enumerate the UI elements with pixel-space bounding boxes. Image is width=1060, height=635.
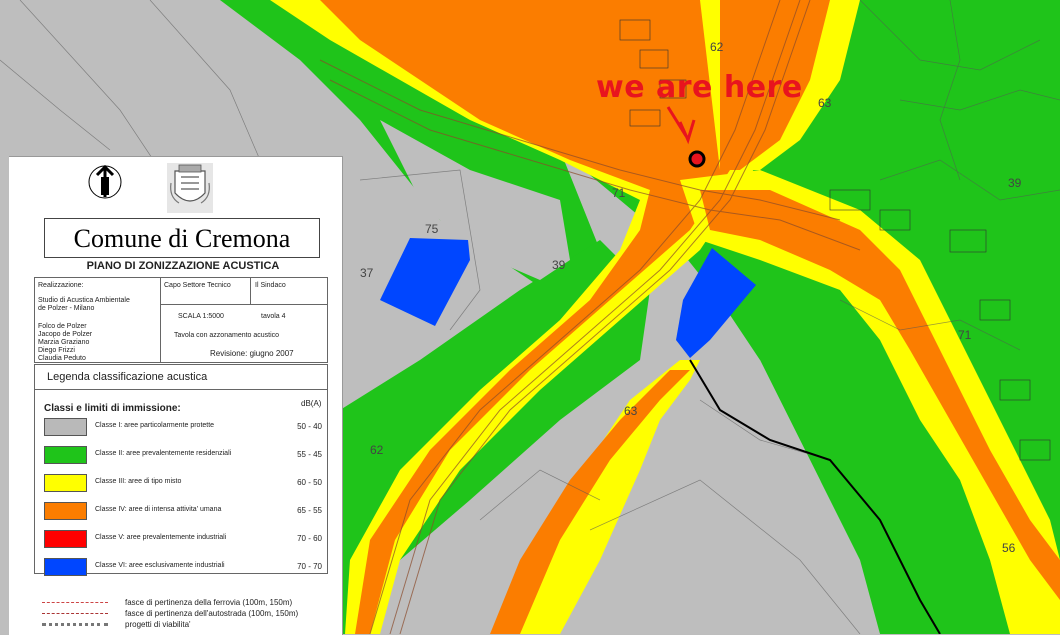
revisione: Revisione: giugno 2007: [210, 349, 294, 358]
footer-label: fasce di pertinenza dell'autostrada (100…: [125, 609, 299, 618]
sindaco: Il Sindaco: [255, 282, 286, 289]
footer-label: fasce di pertinenza della ferrovia (100m…: [125, 598, 293, 607]
class-db: 50 - 40: [297, 422, 322, 431]
studio-line-2: de Polzer - Milano: [38, 305, 95, 312]
title-box: Comune di Cremona: [44, 218, 320, 258]
class-swatch: [44, 446, 87, 464]
we-are-here-label: we are here: [596, 70, 803, 105]
map-label: 75: [425, 222, 439, 236]
comune-title: Comune di Cremona: [73, 224, 291, 253]
class-label: Classe IV: aree di intensa attivita' uma…: [95, 506, 222, 513]
realizzazione-label: Realizzazione:: [38, 282, 84, 289]
team-member: Claudia Peduto: [38, 355, 86, 362]
class-swatch: [44, 558, 87, 576]
map-label: 56: [1002, 541, 1016, 555]
class-label: Classe III: aree di tipo misto: [95, 478, 182, 485]
legend-row: Classe I: aree particolarmente protette …: [44, 418, 324, 436]
classes-title: Classi e limiti di immissione:: [44, 403, 181, 414]
legend-title: Legenda classificazione acustica: [47, 371, 208, 383]
map-label: 71: [612, 186, 626, 200]
legend-footer-row: progetti di viabilita': [42, 620, 342, 629]
north-arrow-icon: [88, 165, 122, 199]
legend-row: Classe V: aree prevalentemente industria…: [44, 530, 324, 548]
legend-footer-row: fasce di pertinenza della ferrovia (100m…: [42, 598, 342, 607]
legend-panel: Comune di Cremona PIANO DI ZONIZZAZIONE …: [9, 156, 343, 635]
legend-row: Classe III: aree di tipo misto 60 - 50: [44, 474, 324, 492]
plan-title: PIANO DI ZONIZZAZIONE ACUSTICA: [86, 260, 280, 272]
class-swatch: [44, 502, 87, 520]
class-label: Classe II: aree prevalentemente residenz…: [95, 450, 232, 457]
class-swatch: [44, 474, 87, 492]
class-db: 70 - 60: [297, 534, 322, 543]
legend-row: Classe IV: aree di intensa attivita' uma…: [44, 502, 324, 520]
class-swatch: [44, 530, 87, 548]
map-label: 62: [710, 40, 724, 54]
map-label: 71: [958, 328, 972, 342]
class-label: Classe V: aree prevalentemente industria…: [95, 534, 227, 541]
legend-row: Classe II: aree prevalentemente residenz…: [44, 446, 324, 464]
class-db: 55 - 45: [297, 450, 322, 459]
capo-settore: Capo Settore Tecnico: [164, 282, 231, 289]
class-label: Classe I: aree particolarmente protette: [95, 422, 215, 429]
class-db: 70 - 70: [297, 562, 322, 571]
scala: SCALA 1:5000: [178, 313, 224, 320]
class-label: Classe VI: aree esclusivamente industria…: [95, 562, 225, 569]
location-marker: [688, 150, 706, 168]
map-label: 63: [624, 404, 638, 418]
map-label: 37: [360, 266, 374, 280]
info-grid: Realizzazione: Studio di Acustica Ambien…: [34, 277, 328, 363]
map-label: 39: [552, 258, 566, 272]
map-label: 62: [370, 443, 384, 457]
legend-footer-row: fasce di pertinenza dell'autostrada (100…: [42, 609, 342, 618]
class-swatch: [44, 418, 87, 436]
map-label: 39: [1008, 176, 1022, 190]
map-label: 63: [818, 96, 832, 110]
tavola: tavola 4: [261, 313, 286, 320]
class-db: 65 - 55: [297, 506, 322, 515]
coat-of-arms-icon: [167, 163, 213, 213]
legend-row: Classe VI: aree esclusivamente industria…: [44, 558, 324, 576]
footer-label: progetti di viabilita': [125, 620, 191, 629]
tavola-desc: Tavola con azzonamento acustico: [174, 332, 280, 339]
db-header: dB(A): [301, 399, 322, 408]
class-db: 60 - 50: [297, 478, 322, 487]
legend-box: Legenda classificazione acustica Classi …: [34, 364, 328, 576]
